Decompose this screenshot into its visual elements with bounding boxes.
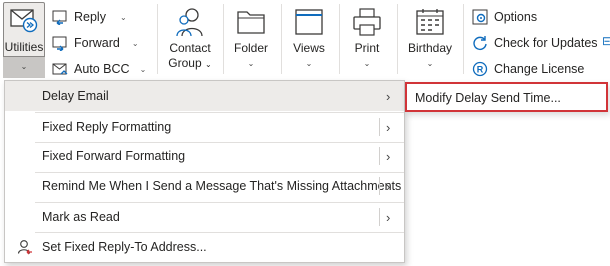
ribbon-divider <box>157 4 158 74</box>
menu-item-set-fixed-reply-to[interactable]: Set Fixed Reply-To Address... <box>5 232 404 262</box>
person-reply-icon <box>17 240 32 255</box>
gear-icon <box>472 9 488 25</box>
refresh-icon <box>473 36 487 50</box>
auto-bcc-button[interactable]: Auto BCC ⌄ <box>52 58 146 80</box>
check-for-updates-label: Check for Updates <box>494 36 598 50</box>
contact-group-label-1: Contact <box>169 41 211 55</box>
reply-label: Reply <box>74 10 106 24</box>
check-for-updates-button[interactable]: Check for Updates <box>472 32 598 54</box>
ribbon-divider <box>339 4 340 74</box>
views-label: Views <box>293 41 325 55</box>
chevron-right-icon: › <box>386 209 391 225</box>
split-divider <box>379 147 380 165</box>
forward-icon <box>52 36 67 51</box>
utilities-button-content: Utilities ⌄ <box>3 6 45 71</box>
chevron-down-icon: ⌄ <box>119 12 127 22</box>
chevron-down-icon: ⌄ <box>247 59 255 68</box>
ribbon-divider <box>397 4 398 74</box>
print-label: Print <box>354 41 380 55</box>
forward-button[interactable]: Forward ⌄ <box>52 32 139 54</box>
auto-bcc-label: Auto BCC <box>74 62 130 76</box>
menu-item-delay-email[interactable]: Delay Email › <box>5 81 404 111</box>
printer-icon <box>353 8 381 36</box>
chevron-down-icon: ⌄ <box>363 59 371 68</box>
ribbon-divider <box>223 4 224 74</box>
chevron-down-icon: ⌄ <box>131 38 139 48</box>
print-button[interactable]: Print ⌄ <box>345 6 389 68</box>
ribbon-divider <box>463 4 464 74</box>
chevron-down-icon: ⌄ <box>139 64 147 74</box>
menu-item-label: Set Fixed Reply-To Address... <box>42 240 207 254</box>
options-label: Options <box>494 10 538 24</box>
calendar-icon <box>416 9 444 35</box>
menu-item-label: Fixed Forward Formatting <box>42 149 186 163</box>
split-divider <box>379 177 380 195</box>
menu-item-label: Fixed Reply Formatting <box>42 120 172 134</box>
utilities-menu: Delay Email › Fixed Reply Formatting › F… <box>4 80 405 263</box>
svg-text:R: R <box>477 65 484 75</box>
split-divider <box>379 118 380 136</box>
ribbon-overflow-icon[interactable]: ⊟ <box>602 30 610 52</box>
folder-button[interactable]: Folder ⌄ <box>229 6 273 68</box>
menu-item-label: Remind Me When I Send a Message That's M… <box>42 179 402 193</box>
utilities-label: Utilities <box>4 40 44 54</box>
forward-label: Forward <box>74 36 120 50</box>
chevron-down-icon: ⌄ <box>426 59 434 68</box>
reply-icon <box>52 10 67 25</box>
contact-group-icon <box>176 8 203 37</box>
delay-email-submenu: Modify Delay Send Time... <box>405 82 608 112</box>
change-license-label: Change License <box>494 62 585 76</box>
ribbon: Utilities ⌄ Reply ⌄ Forward ⌄ Auto BCC ⌄ <box>0 0 610 82</box>
folder-icon <box>237 11 265 34</box>
contact-group-button[interactable]: Contact Group ⌄ <box>164 6 216 72</box>
birthday-label: Birthday <box>407 41 453 55</box>
registered-icon: R <box>472 61 488 77</box>
modify-delay-send-time-item[interactable]: Modify Delay Send Time... <box>415 91 561 105</box>
options-button[interactable]: Options <box>472 6 537 28</box>
views-icon <box>295 9 323 35</box>
menu-item-fixed-reply-formatting[interactable]: Fixed Reply Formatting › <box>5 112 404 142</box>
menu-item-remind-missing-attachments[interactable]: Remind Me When I Send a Message That's M… <box>5 171 404 201</box>
split-divider <box>379 208 380 226</box>
menu-item-fixed-forward-formatting[interactable]: Fixed Forward Formatting › <box>5 141 404 171</box>
change-license-button[interactable]: R Change License <box>472 58 584 80</box>
views-button[interactable]: Views ⌄ <box>287 6 331 68</box>
chevron-down-icon: ⌄ <box>305 59 313 68</box>
birthday-button[interactable]: Birthday ⌄ <box>403 6 457 68</box>
menu-item-label: Mark as Read <box>42 210 120 224</box>
mail-forward-icon <box>10 9 38 33</box>
chevron-right-icon: › <box>386 119 391 135</box>
chevron-right-icon: › <box>386 178 391 194</box>
chevron-down-icon: ⌄ <box>20 62 28 71</box>
folder-label: Folder <box>233 41 268 55</box>
contact-group-label-2: Group ⌄ <box>168 56 212 70</box>
auto-bcc-icon <box>52 63 68 75</box>
reply-button[interactable]: Reply ⌄ <box>52 6 127 28</box>
chevron-right-icon: › <box>386 148 391 164</box>
menu-item-mark-as-read[interactable]: Mark as Read › <box>5 202 404 232</box>
chevron-right-icon: › <box>386 88 391 104</box>
ribbon-divider <box>281 4 282 74</box>
menu-item-label: Delay Email <box>42 89 109 103</box>
partial-icon: ⊟ <box>602 34 610 48</box>
